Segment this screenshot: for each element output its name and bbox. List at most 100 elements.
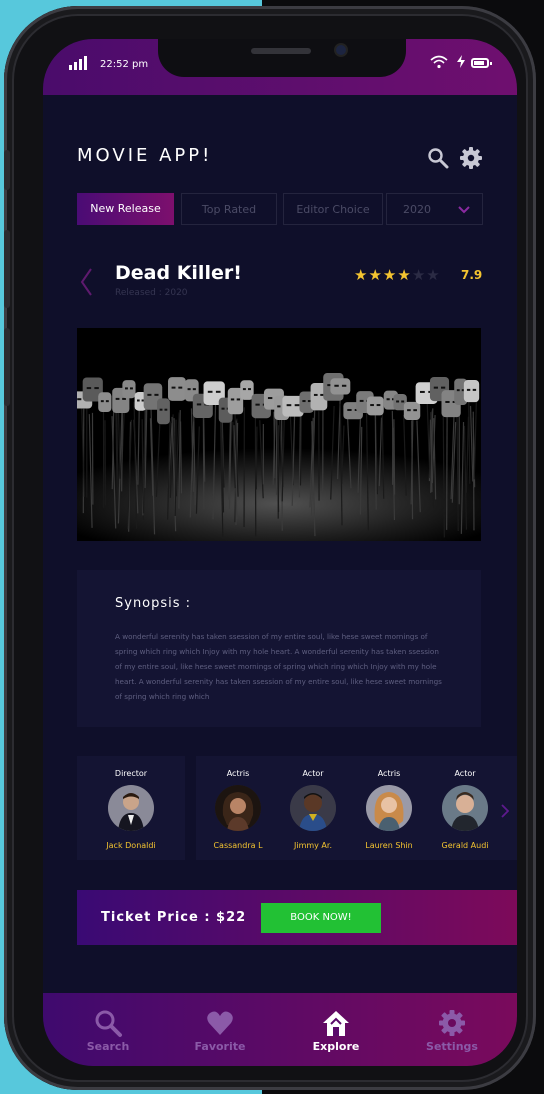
nav-label: Settings (426, 1040, 478, 1053)
poster-mask-eye (159, 408, 163, 411)
app-title: MOVIE APP! (77, 145, 213, 166)
poster-mask-eye (147, 393, 152, 396)
cast-member[interactable]: Actris Lauren Shin (351, 769, 427, 850)
poster-mask-eye (334, 384, 339, 387)
poster-mask-eye (248, 388, 251, 391)
cast-role: Actor (454, 769, 476, 778)
star-empty-icon: ★ (426, 266, 441, 284)
volume-down-button (4, 328, 10, 406)
poster-mask-eye (286, 404, 292, 407)
actors-card: Actris Cassandra L Actor Jimmy Ar. Actri… (196, 756, 517, 860)
cast-name: Jack Donaldi (106, 841, 156, 850)
nav-item-favorite[interactable]: Favorite (165, 993, 275, 1066)
poster-mask-eye (472, 388, 477, 391)
avatar (366, 785, 412, 831)
cast-member[interactable]: Actris Cassandra L (200, 769, 276, 850)
poster-mask (122, 380, 136, 399)
synopsis-title: Synopsis : (115, 596, 192, 611)
poster-mask-eye (267, 397, 273, 400)
poster-mask-eye (386, 398, 390, 401)
poster-mask-eye (130, 387, 133, 390)
notch (158, 39, 406, 77)
app-screen: 22:52 pm MOVIE APP! New Release Top Rate… (43, 39, 517, 1066)
ticket-price: Ticket Price : $22 (101, 910, 247, 925)
poster-mask-eye (125, 387, 128, 390)
wifi-icon (430, 55, 448, 73)
poster-stick (174, 419, 177, 517)
tab-new-release[interactable]: New Release (77, 193, 174, 225)
poster-stick (411, 420, 414, 520)
poster-mask-eye (192, 388, 196, 391)
nav-item-settings[interactable]: Settings (397, 993, 507, 1066)
poster-mask-eye (137, 399, 140, 402)
star-filled-icon: ★ (354, 266, 369, 284)
cast-name: Jimmy Ar. (293, 841, 332, 850)
avatar (290, 785, 336, 831)
tab-top-rated[interactable]: Top Rated (181, 193, 277, 225)
poster-mask-eye (376, 404, 381, 407)
director-card: Director Jack Donaldi (77, 756, 185, 860)
poster-mask-eye (302, 400, 306, 403)
gear-icon[interactable] (459, 146, 483, 170)
cast-member[interactable]: Director Jack Donaldi (93, 769, 169, 850)
poster-mask-eye (171, 386, 176, 389)
search-icon[interactable] (427, 147, 449, 169)
gear-icon (439, 1010, 465, 1036)
poster-mask (330, 378, 351, 395)
poster-mask-eye (154, 393, 159, 396)
year-select-value: 2020 (403, 203, 431, 216)
poster-mask-eye (77, 398, 82, 401)
poster-mask-eye (164, 408, 168, 411)
poster-mask-eye (413, 409, 417, 412)
cast-name: Gerald Audi (441, 841, 489, 850)
nav-label: Explore (312, 1040, 360, 1053)
chevron-down-icon (458, 194, 470, 238)
poster-mask-eye (370, 404, 374, 407)
book-now-button[interactable]: BOOK NOW! (261, 903, 381, 933)
mute-switch (4, 150, 10, 190)
poster-mask-eye (242, 388, 246, 391)
nav-item-search[interactable]: Search (53, 993, 163, 1066)
nav-item-explore[interactable]: Explore (281, 993, 391, 1066)
search-icon (95, 1010, 122, 1037)
synopsis-text: A wonderful serenity has taken ssession … (115, 632, 442, 701)
poster-mask-eye (456, 389, 460, 392)
star-filled-icon: ★ (397, 266, 412, 284)
speaker-grille (251, 48, 311, 54)
poster-mask-eye (401, 400, 405, 403)
poster-mask-eye (277, 405, 281, 408)
poster-mask-eye (196, 403, 202, 406)
poster-mask-eye (207, 390, 213, 393)
poster-mask-eye (94, 387, 99, 390)
release-date: Released : 2020 (115, 288, 188, 298)
main-content: MOVIE APP! New Release Top Rated Editor … (43, 95, 517, 993)
synopsis-card: Synopsis : A wonderful serenity has take… (77, 570, 481, 727)
poster-mask-eye (433, 386, 438, 389)
poster-mask-eye (115, 397, 120, 400)
cast-member[interactable]: Actor Gerald Audi (427, 769, 503, 850)
star-filled-icon: ★ (382, 266, 398, 284)
poster-mask-eye (178, 386, 183, 389)
heart-icon (207, 1011, 233, 1035)
movie-title: Dead Killer! (115, 262, 242, 284)
poster-mask-eye (122, 397, 126, 400)
ticket-bar: Ticket Price : $22 BOOK NOW! (77, 890, 517, 945)
poster-mask-eye (419, 390, 425, 393)
poster-stick (255, 426, 258, 490)
year-select[interactable]: 2020 (386, 193, 483, 225)
chevron-left-icon[interactable] (79, 267, 93, 297)
poster-mask-eye (255, 403, 260, 406)
chevron-right-icon[interactable] (501, 803, 510, 818)
cast-member[interactable]: Actor Jimmy Ar. (275, 769, 351, 850)
poster-mask (463, 380, 480, 403)
poster-mask-eye (86, 387, 92, 390)
poster-mask-eye (294, 404, 300, 407)
home-icon (323, 1011, 349, 1036)
tab-editor-choice[interactable]: Editor Choice (283, 193, 383, 225)
star-filled-icon: ★ (368, 266, 383, 284)
rating-score: 7.9 (461, 268, 483, 282)
front-camera (336, 45, 346, 55)
cast-role: Actris (377, 769, 401, 778)
signal-icon (69, 56, 87, 70)
charging-icon (457, 55, 465, 71)
